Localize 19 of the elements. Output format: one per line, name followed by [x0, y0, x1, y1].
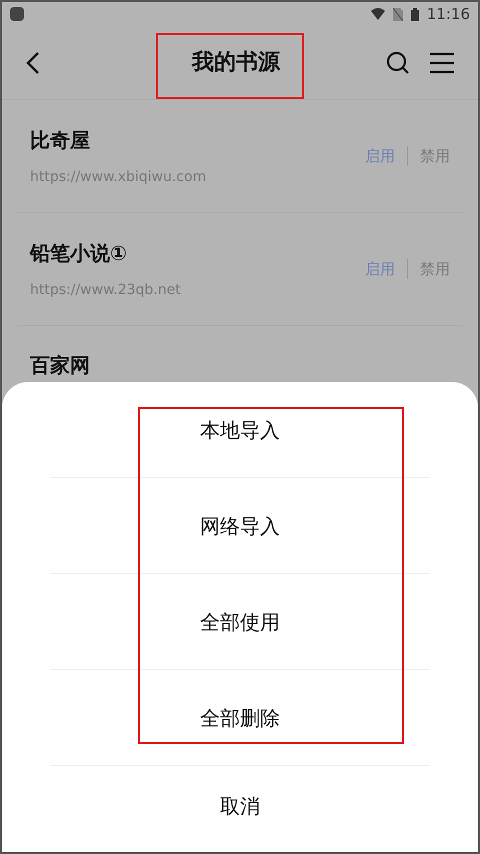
source-url: https://www.xbiqiwu.com — [30, 168, 206, 186]
source-name: 比奇屋 — [30, 126, 91, 154]
sheet-option[interactable]: 全部使用 — [192, 606, 288, 636]
status-time: 11:16 — [426, 4, 470, 25]
page-title: 我的书源 — [192, 49, 280, 77]
back-icon[interactable] — [26, 50, 40, 74]
no-sim-icon — [392, 8, 403, 20]
search-icon[interactable] — [386, 50, 410, 74]
cancel-button[interactable]: 取消 — [212, 791, 268, 821]
source-name: 百家网 — [30, 352, 90, 379]
battery-icon — [410, 8, 419, 20]
sheet-option[interactable]: 网络导入 — [192, 510, 288, 540]
app-notification-icon — [10, 7, 24, 21]
sheet-option[interactable]: 本地导入 — [192, 414, 288, 444]
source-name: 铅笔小说① — [30, 240, 128, 266]
source-url: https://www.23qb.net — [30, 280, 181, 300]
sheet-option[interactable]: 全部删除 — [192, 702, 288, 732]
menu-icon[interactable] — [430, 52, 454, 74]
wifi-icon — [370, 8, 385, 20]
